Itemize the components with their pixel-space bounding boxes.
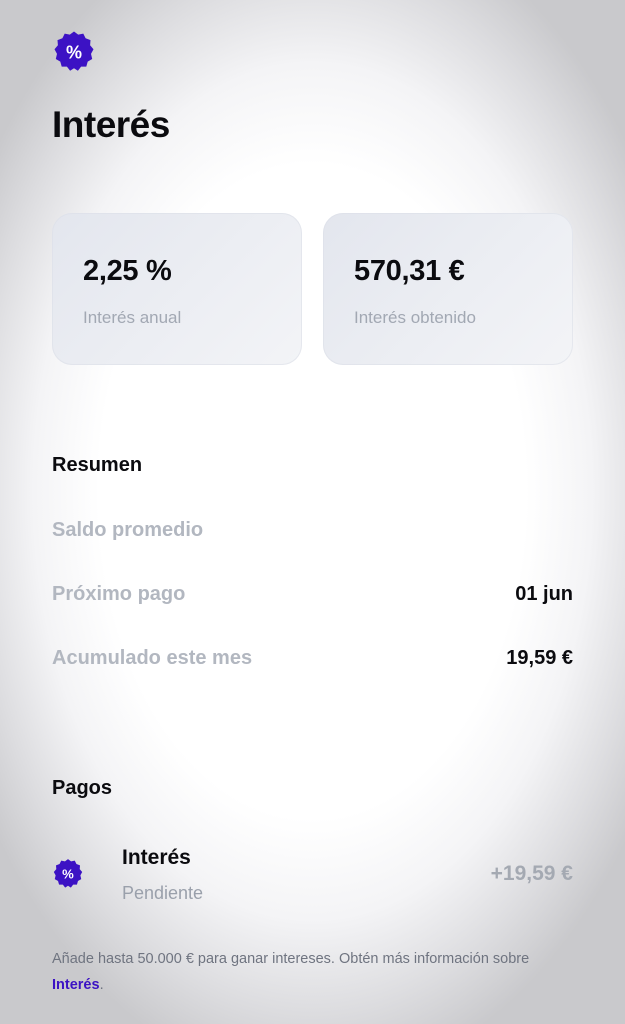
summary-row-value: 19,59 € — [506, 646, 573, 669]
summary-row-label: Próximo pago — [52, 582, 186, 605]
interest-info-link[interactable]: Interés — [52, 977, 100, 993]
summary-heading: Resumen — [52, 454, 143, 476]
content: % Interés 2,25 % Interés anual 570,31 € … — [52, 0, 573, 1024]
earned-interest-value: 570,31 € — [354, 255, 465, 287]
interest-screen: % Interés 2,25 % Interés anual 570,31 € … — [0, 0, 625, 1024]
summary-row-label: Saldo promedio — [52, 518, 204, 541]
percent-badge-icon: % — [53, 859, 83, 888]
payment-item[interactable]: % Interés Pendiente +19,59 € — [52, 840, 573, 910]
payment-title: Interés — [122, 846, 191, 869]
stats-cards: 2,25 % Interés anual 570,31 € Interés ob… — [52, 213, 573, 365]
footer-note: Añade hasta 50.000 € para ganar interese… — [52, 946, 573, 998]
summary-row-accumulated: Acumulado este mes 19,59 € — [52, 643, 573, 673]
annual-interest-card[interactable]: 2,25 % Interés anual — [52, 213, 302, 365]
payment-status: Pendiente — [122, 883, 204, 903]
earned-interest-label: Interés obtenido — [354, 308, 476, 327]
annual-interest-value: 2,25 % — [83, 255, 172, 287]
payments-heading: Pagos — [52, 777, 113, 799]
footer-text: Añade hasta 50.000 € para ganar interese… — [52, 951, 530, 967]
summary-row-average-balance: Saldo promedio — [52, 515, 573, 545]
summary-row-next-payment: Próximo pago 01 jun — [52, 579, 573, 609]
percent-badge-icon: % — [54, 31, 94, 71]
summary-row-label: Acumulado este mes — [52, 646, 253, 669]
page-title: Interés — [52, 104, 170, 145]
payment-amount: +19,59 € — [490, 862, 573, 885]
annual-interest-label: Interés anual — [83, 308, 182, 327]
earned-interest-card[interactable]: 570,31 € Interés obtenido — [323, 213, 573, 365]
svg-text:%: % — [66, 43, 82, 63]
svg-text:%: % — [62, 867, 74, 882]
footer-suffix: . — [99, 977, 104, 993]
summary-row-value: 01 jun — [515, 582, 573, 605]
